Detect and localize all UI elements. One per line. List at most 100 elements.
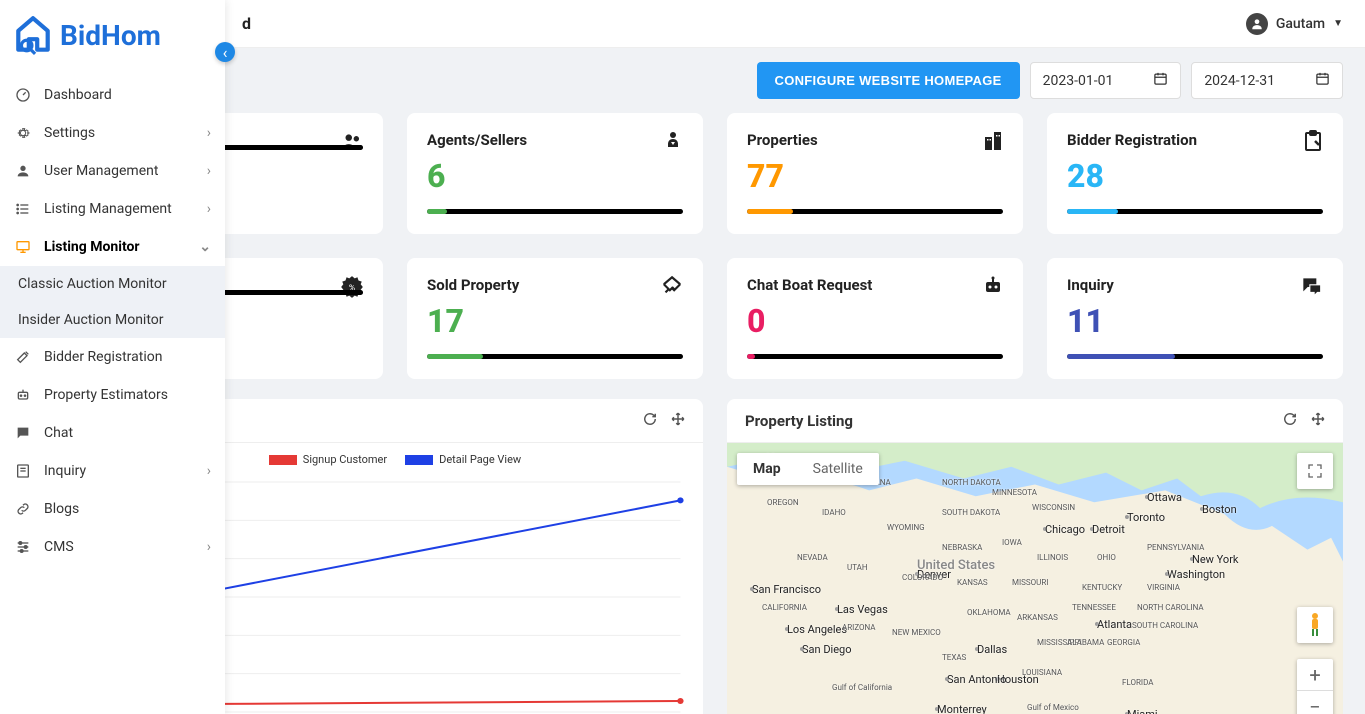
map-city-label: Atlanta bbox=[1097, 618, 1132, 631]
speedometer-icon bbox=[14, 86, 32, 104]
sliders-icon bbox=[14, 538, 32, 556]
map[interactable]: United States VancouverSeattleOttawaToro… bbox=[727, 443, 1343, 714]
nav-item-blogs[interactable]: Blogs bbox=[0, 490, 225, 528]
chevron-right-icon: › bbox=[207, 201, 211, 217]
map-city-label: Washington bbox=[1167, 568, 1225, 581]
card-value: 17 bbox=[427, 302, 683, 340]
map-state-label: NORTH DAKOTA bbox=[942, 478, 1001, 487]
refresh-icon[interactable] bbox=[643, 411, 657, 430]
map-type-map[interactable]: Map bbox=[737, 453, 797, 485]
map-state-label: ILLINOIS bbox=[1037, 553, 1068, 562]
calendar-icon bbox=[1315, 71, 1330, 90]
user-menu[interactable]: Gautam ▼ bbox=[1246, 13, 1343, 35]
map-state-label: SOUTH CAROLINA bbox=[1132, 621, 1198, 630]
map-state-label: NEBRASKA bbox=[942, 543, 982, 552]
date-to-input[interactable]: 2024-12-31 bbox=[1191, 62, 1343, 99]
date-from-input[interactable]: 2023-01-01 bbox=[1030, 62, 1182, 99]
map-city-label: Boston bbox=[1202, 503, 1237, 516]
map-state-label: ALABAMA bbox=[1067, 638, 1104, 647]
nav-item-user-management[interactable]: User Management› bbox=[0, 152, 225, 190]
badge-icon: % bbox=[339, 274, 365, 304]
link-icon bbox=[14, 500, 32, 518]
configure-homepage-button[interactable]: CONFIGURE WEBSITE HOMEPAGE bbox=[757, 62, 1020, 99]
map-state-label: NORTH CAROLINA bbox=[1137, 603, 1204, 612]
map-panel: Property Listing United States Vancouver… bbox=[727, 399, 1343, 714]
chevron-left-icon: ‹ bbox=[223, 43, 228, 62]
card-progress bbox=[1067, 354, 1323, 359]
map-state-label: WISCONSIN bbox=[1032, 503, 1075, 512]
avatar-icon bbox=[1246, 13, 1268, 35]
users-icon bbox=[339, 129, 365, 159]
nav-item-dashboard[interactable]: Dashboard bbox=[0, 76, 225, 114]
stat-card-inquiry[interactable]: Inquiry 11 bbox=[1047, 258, 1343, 379]
chevron-right-icon: › bbox=[207, 463, 211, 479]
card-value: 11 bbox=[1067, 302, 1323, 340]
chart-area: Signup Customer Detail Page View bbox=[225, 443, 703, 714]
nav-item-cms[interactable]: CMS› bbox=[0, 528, 225, 566]
bubble-icon bbox=[1299, 274, 1325, 304]
pegman-button[interactable] bbox=[1297, 607, 1333, 643]
nav-label: Dashboard bbox=[44, 87, 211, 103]
map-city-label: San Antonio bbox=[947, 673, 1006, 686]
stat-card-partial[interactable] bbox=[225, 113, 383, 234]
stat-card-bidder-registration[interactable]: Bidder Registration28 bbox=[1047, 113, 1343, 234]
nav-item-settings[interactable]: Settings› bbox=[0, 114, 225, 152]
nav-item-listing-management[interactable]: Listing Management› bbox=[0, 190, 225, 228]
sidebar: BidHom ‹ DashboardSettings›User Manageme… bbox=[0, 0, 225, 714]
map-state-label: UTAH bbox=[847, 563, 868, 572]
move-icon[interactable] bbox=[1311, 411, 1325, 430]
card-progress bbox=[747, 354, 1003, 359]
panel-actions bbox=[1283, 411, 1325, 430]
card-progress bbox=[225, 290, 363, 295]
user-name: Gautam bbox=[1276, 16, 1325, 32]
map-state-label: TEXAS bbox=[942, 653, 966, 662]
nav-item-inquiry[interactable]: Inquiry› bbox=[0, 452, 225, 490]
chat-icon bbox=[14, 424, 32, 442]
legend-label: Detail Page View bbox=[439, 453, 521, 466]
map-state-label: IOWA bbox=[1002, 538, 1022, 547]
map-state-label: VIRGINIA bbox=[1147, 583, 1180, 592]
nav-item-property-estimators[interactable]: Property Estimators bbox=[0, 376, 225, 414]
card-title: Bidder Registration bbox=[1067, 131, 1323, 149]
map-state-label: MISSOURI bbox=[1012, 578, 1048, 587]
nav-sub-item-insider-auction-monitor[interactable]: Insider Auction Monitor bbox=[0, 302, 225, 338]
map-state-label: GEORGIA bbox=[1107, 638, 1140, 647]
refresh-icon[interactable] bbox=[1283, 411, 1297, 430]
stat-card-properties[interactable]: Properties77 bbox=[727, 113, 1023, 234]
map-city-label: Detroit bbox=[1092, 523, 1125, 536]
map-state-label: SOUTH DAKOTA bbox=[942, 508, 1000, 517]
move-icon[interactable] bbox=[671, 411, 685, 430]
map-state-label: TENNESSEE bbox=[1072, 603, 1116, 612]
fullscreen-button[interactable] bbox=[1297, 453, 1333, 489]
nav-item-bidder-registration[interactable]: Bidder Registration bbox=[0, 338, 225, 376]
nav-item-chat[interactable]: Chat bbox=[0, 414, 225, 452]
card-progress bbox=[427, 354, 683, 359]
map-city-label: Dallas bbox=[977, 643, 1007, 656]
date-to-value: 2024-12-31 bbox=[1204, 73, 1275, 89]
collapse-sidebar-button[interactable]: ‹ bbox=[215, 42, 235, 62]
stat-card-partial[interactable]: % bbox=[225, 258, 383, 379]
map-city-label: Las Vegas bbox=[837, 603, 888, 616]
logo[interactable]: BidHom bbox=[0, 0, 225, 70]
map-state-label: Gulf of California bbox=[832, 683, 892, 692]
handshake-icon bbox=[659, 274, 685, 304]
card-value: 77 bbox=[747, 157, 1003, 195]
logo-icon bbox=[12, 14, 54, 56]
nav-sub-item-classic-auction-monitor[interactable]: Classic Auction Monitor bbox=[0, 266, 225, 302]
legend-label: Signup Customer bbox=[303, 453, 387, 466]
zoom-in-button[interactable]: + bbox=[1297, 659, 1333, 691]
nav-label: User Management bbox=[44, 163, 207, 179]
map-state-label: KANSAS bbox=[957, 578, 988, 587]
map-state-label: OHIO bbox=[1097, 553, 1116, 562]
zoom-out-button[interactable]: − bbox=[1297, 691, 1333, 714]
map-city-label: New York bbox=[1192, 553, 1239, 566]
card-title: Inquiry bbox=[1067, 276, 1323, 294]
stat-card-agents-sellers[interactable]: Agents/Sellers6 bbox=[407, 113, 703, 234]
nav-item-listing-monitor[interactable]: Listing Monitor⌄ bbox=[0, 228, 225, 266]
line-chart bbox=[225, 472, 691, 714]
card-progress bbox=[427, 209, 683, 214]
stat-card-sold-property[interactable]: Sold Property17 bbox=[407, 258, 703, 379]
stat-card-chat-boat-request[interactable]: Chat Boat Request0 bbox=[727, 258, 1023, 379]
map-type-satellite[interactable]: Satellite bbox=[797, 453, 879, 485]
card-value: 6 bbox=[427, 157, 683, 195]
